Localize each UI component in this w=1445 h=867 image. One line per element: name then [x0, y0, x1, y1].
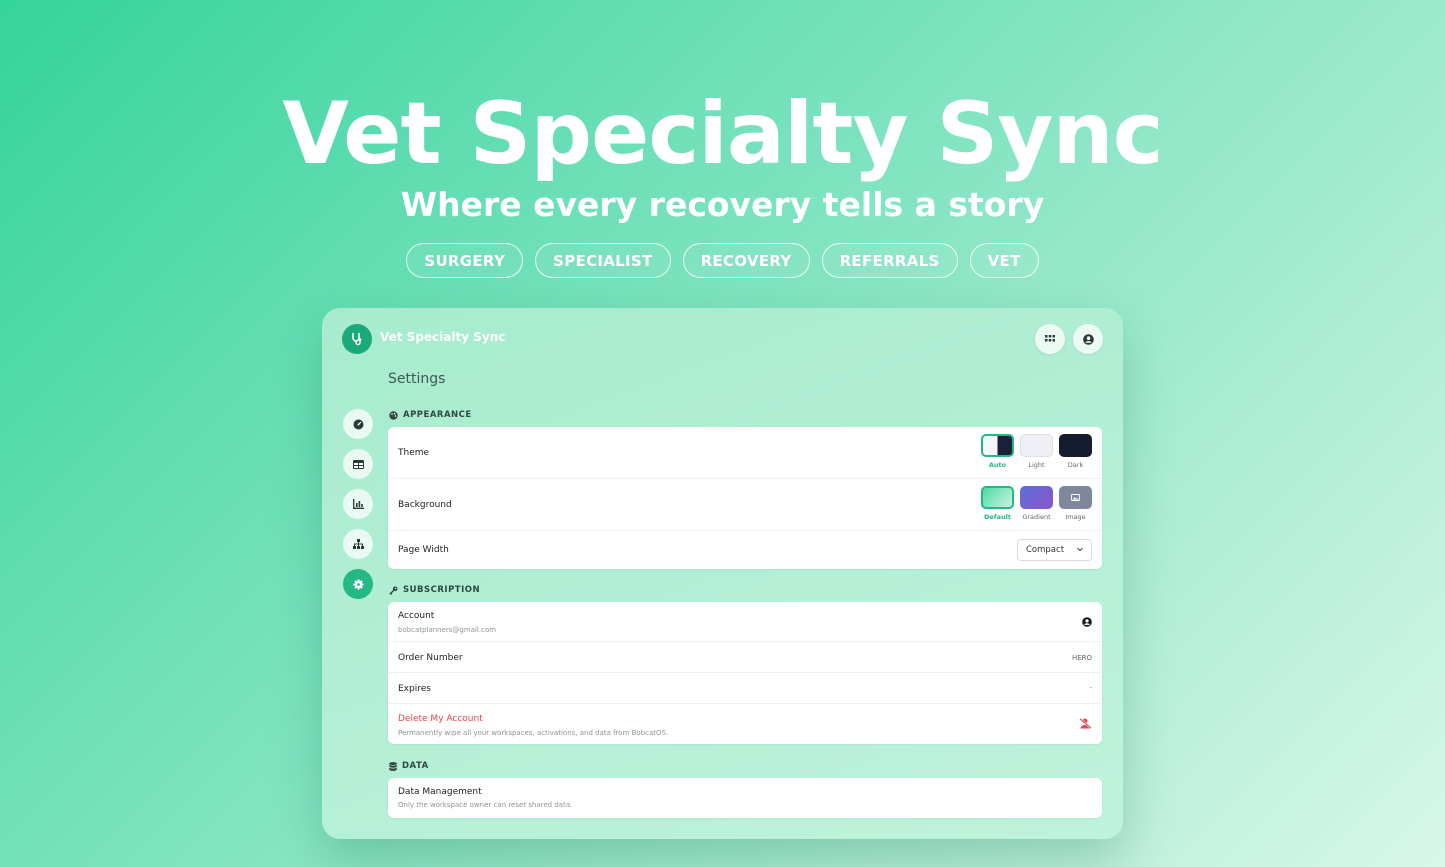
sidebar-item-settings[interactable] [343, 569, 373, 599]
stethoscope-icon [352, 332, 362, 346]
sidebar [343, 409, 373, 609]
hero-subtitle: Where every recovery tells a story [400, 185, 1045, 224]
theme-swatch-light[interactable] [1020, 434, 1053, 457]
chevron-down-icon [1077, 547, 1083, 552]
theme-option-label: Light [1028, 461, 1045, 469]
image-icon [1071, 494, 1080, 501]
expires-label: Expires [398, 684, 431, 694]
page-width-label: Page Width [398, 545, 449, 555]
app-logo[interactable] [342, 324, 372, 354]
background-option-image[interactable]: Image [1059, 486, 1092, 521]
tag-vet: VET [969, 243, 1039, 278]
account-row: Account bobcatplanners@gmail.com [388, 602, 1102, 642]
gauge-icon [353, 419, 363, 429]
key-icon [389, 586, 398, 595]
theme-label: Theme [398, 448, 430, 458]
sidebar-item-table[interactable] [343, 449, 373, 479]
sidebar-item-dashboard[interactable] [343, 409, 373, 439]
order-number-value: HERO [1071, 654, 1092, 662]
account-label: Account [398, 611, 435, 621]
grid-icon [1045, 335, 1055, 342]
theme-option-label: Dark [1067, 461, 1084, 469]
background-option-label: Default [984, 513, 1011, 521]
theme-swatch-dark[interactable] [1059, 434, 1092, 457]
sidebar-item-charts[interactable] [343, 489, 373, 519]
apps-button[interactable] [1035, 324, 1065, 354]
theme-options: Auto Light Dark [981, 434, 1092, 469]
data-management-description: Only the workspace owner can reset share… [398, 801, 573, 809]
table-icon [352, 459, 364, 469]
page-width-row: Page Width Compact [388, 531, 1102, 569]
expires-value: - [1089, 684, 1092, 692]
theme-row: Theme Auto Light Dark [388, 427, 1102, 479]
account-email: bobcatplanners@gmail.com [398, 626, 497, 634]
database-icon [389, 761, 397, 771]
subscription-heading-text: SUBSCRIPTION [403, 585, 481, 595]
tag-list: SURGERY SPECIALIST RECOVERY REFERRALS VE… [0, 243, 1445, 278]
order-number-row: Order Number HERO [388, 642, 1102, 673]
app-window: Vet Specialty Sync Settings APPEARANCE T… [322, 308, 1123, 839]
sitemap-icon [352, 539, 364, 549]
theme-option-auto[interactable]: Auto [981, 434, 1014, 469]
background-label: Background [398, 500, 452, 510]
theme-option-label: Auto [988, 461, 1007, 469]
theme-option-dark[interactable]: Dark [1059, 434, 1092, 469]
hero-title: Vet Specialty Sync [282, 84, 1163, 184]
sidebar-item-hierarchy[interactable] [343, 529, 373, 559]
theme-swatch-auto[interactable] [981, 434, 1014, 457]
app-title: Vet Specialty Sync [380, 330, 506, 344]
background-option-gradient[interactable]: Gradient [1020, 486, 1053, 521]
background-option-default[interactable]: Default [981, 486, 1014, 521]
subscription-heading: SUBSCRIPTION [389, 585, 480, 595]
page-width-value: Compact [1026, 545, 1065, 555]
page-title: Settings [388, 371, 446, 387]
tag-surgery: SURGERY [406, 243, 524, 278]
tag-specialist: SPECIALIST [535, 243, 671, 278]
appearance-card: Theme Auto Light Dark Background Default… [388, 427, 1102, 569]
background-option-label: Image [1065, 513, 1086, 521]
data-heading: DATA [389, 761, 429, 771]
theme-option-light[interactable]: Light [1020, 434, 1053, 469]
delete-account-description: Permanently wipe all your workspaces, ac… [398, 729, 669, 737]
tag-recovery: RECOVERY [682, 243, 810, 278]
background-row: Background Default Gradient Image [388, 479, 1102, 531]
delete-account-row[interactable]: Delete My Account Permanently wipe all y… [388, 704, 1102, 744]
subscription-card: Account bobcatplanners@gmail.com Order N… [388, 602, 1102, 744]
data-heading-text: DATA [402, 761, 429, 771]
chart-icon [352, 499, 364, 509]
profile-button[interactable] [1073, 324, 1103, 354]
appearance-heading: APPEARANCE [389, 410, 472, 420]
user-circle-icon[interactable] [1082, 617, 1092, 627]
background-swatch-default[interactable] [981, 486, 1014, 509]
order-number-label: Order Number [398, 653, 463, 663]
data-management-label: Data Management [398, 787, 482, 797]
background-options: Default Gradient Image [981, 486, 1092, 521]
background-option-label: Gradient [1022, 513, 1051, 521]
background-swatch-image[interactable] [1059, 486, 1092, 509]
palette-icon [389, 410, 398, 420]
gear-icon [352, 578, 364, 590]
page-width-select[interactable]: Compact [1017, 539, 1092, 561]
background-swatch-gradient[interactable] [1020, 486, 1053, 509]
tag-referrals: REFERRALS [821, 243, 958, 278]
expires-row: Expires - [388, 673, 1102, 704]
data-management-row[interactable]: Data Management Only the workspace owner… [388, 778, 1102, 818]
appearance-heading-text: APPEARANCE [403, 410, 472, 420]
delete-account-label[interactable]: Delete My Account [398, 714, 483, 724]
user-circle-icon [1082, 333, 1094, 345]
data-card: Data Management Only the workspace owner… [388, 778, 1102, 818]
user-slash-icon[interactable] [1079, 718, 1092, 729]
